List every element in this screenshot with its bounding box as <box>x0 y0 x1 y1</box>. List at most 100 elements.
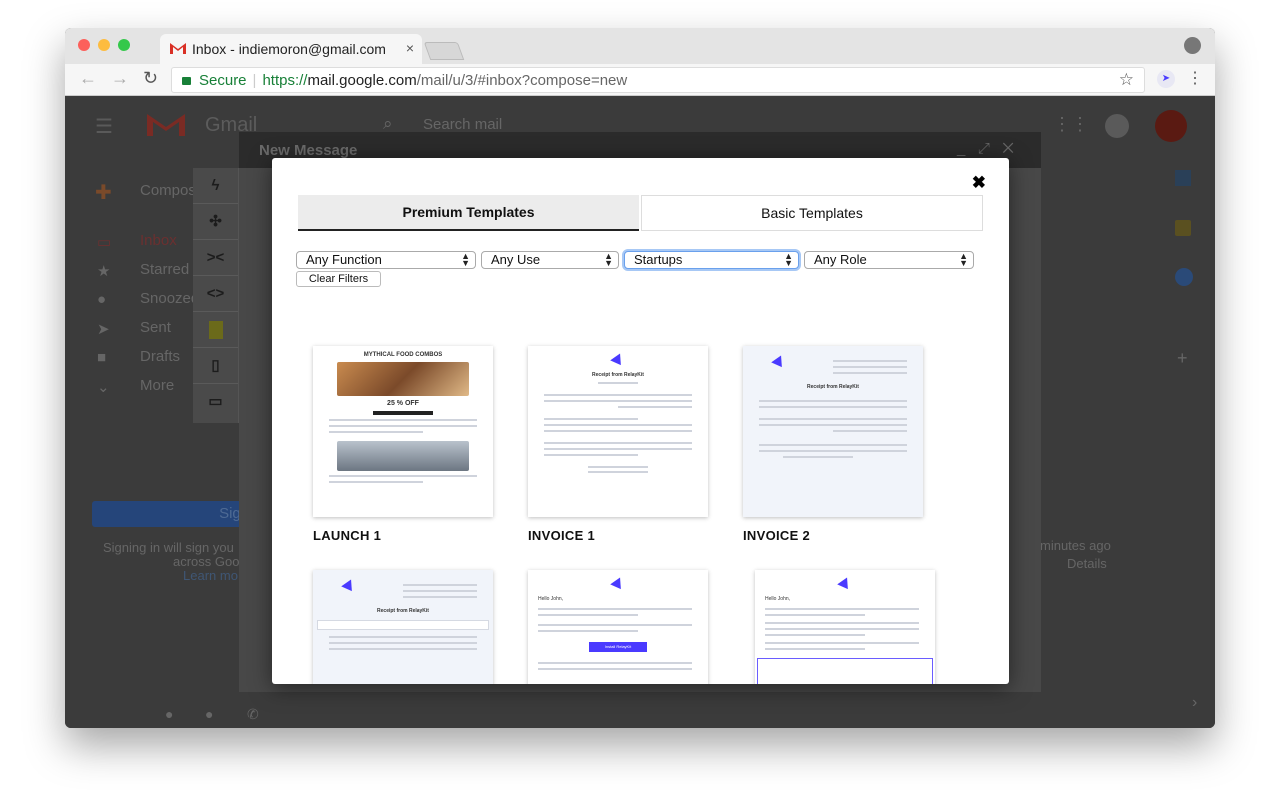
main-menu-icon[interactable]: ☰ <box>95 114 113 139</box>
search-icon[interactable]: ⌕ <box>383 114 393 134</box>
new-tab-button[interactable] <box>423 42 465 60</box>
relaykit-toolbar: ϟ ✣ >< <> ▯ ▭ <box>193 168 239 423</box>
signin-note-2: across Goo <box>173 554 240 569</box>
signin-note: Signing in will sign you <box>103 540 234 555</box>
nav-sent[interactable]: Sent <box>140 319 171 336</box>
relaykit-logo-icon <box>610 353 626 369</box>
send-icon: ➤ <box>97 321 110 338</box>
role-filter-select[interactable]: Any Role ▲ ▼ <box>804 251 974 269</box>
template-card-invoice-2[interactable]: Receipt from RelayKit <box>743 346 923 517</box>
collapse-icon[interactable]: >< <box>193 240 238 276</box>
select-arrows-icon: ▲ ▼ <box>604 251 613 268</box>
preview-receipt-title: Receipt from RelayKit <box>592 372 644 378</box>
learn-more-link[interactable]: Learn mo <box>183 568 238 583</box>
browser-tab[interactable]: Inbox - indiemoron@gmail.com × <box>160 34 422 64</box>
preview-quote-box <box>757 658 933 684</box>
relaykit-extension-icon[interactable]: ➤ <box>1157 70 1175 88</box>
account-avatar[interactable] <box>1155 110 1187 142</box>
back-icon[interactable]: ← <box>79 68 97 89</box>
notifications-icon[interactable] <box>1105 114 1129 138</box>
browser-menu-icon[interactable]: ⋮ <box>1187 68 1203 88</box>
preview-heading: MYTHICAL FOOD COMBOS <box>363 352 443 358</box>
compose-plus-icon[interactable]: ✚ <box>95 180 112 205</box>
gmail-favicon-icon <box>170 43 186 54</box>
code-icon[interactable]: <> <box>193 276 238 312</box>
profile-icon[interactable] <box>1184 37 1201 54</box>
nav-more[interactable]: More <box>140 377 174 394</box>
bookmark-star-icon[interactable]: ☆ <box>1119 70 1134 90</box>
nav-inbox[interactable]: Inbox <box>140 232 177 249</box>
close-window-button[interactable] <box>78 39 90 51</box>
last-activity: minutes ago <box>1040 538 1111 553</box>
hangouts-icon[interactable]: ● <box>205 706 213 722</box>
relaykit-logo-icon <box>837 577 853 593</box>
keep-icon[interactable] <box>1175 220 1191 236</box>
template-title-invoice-2: INVOICE 2 <box>743 528 810 543</box>
template-card-reply[interactable]: Hello John, <box>755 570 935 684</box>
preview-receipt-title: Receipt from RelayKit <box>807 384 859 390</box>
phone-icon[interactable]: ✆ <box>247 706 259 723</box>
tab-basic-templates[interactable]: Basic Templates <box>641 195 983 231</box>
use-filter-value: Any Use <box>491 252 541 267</box>
bolt-icon[interactable]: ϟ <box>193 168 238 204</box>
person-image <box>337 441 469 471</box>
tab-bar: Inbox - indiemoron@gmail.com × <box>65 28 1215 64</box>
template-card-launch-1[interactable]: MYTHICAL FOOD COMBOS 25 % OFF <box>313 346 493 517</box>
forward-icon[interactable]: → <box>111 68 129 89</box>
mobile-icon[interactable]: ▯ <box>193 348 238 384</box>
contacts-icon[interactable]: ● <box>165 706 173 722</box>
url-host: mail.google.com <box>307 72 417 89</box>
maximize-window-button[interactable] <box>118 39 130 51</box>
lock-icon <box>182 77 191 85</box>
desktop-icon[interactable]: ▭ <box>193 384 238 420</box>
calendar-icon[interactable] <box>1175 170 1191 186</box>
preview-greeting: Hello John, <box>765 596 791 602</box>
use-filter-select[interactable]: Any Use ▲ ▼ <box>481 251 619 269</box>
preview-offer: 25 % OFF <box>387 400 419 407</box>
preview-greeting: Hello John, <box>538 596 564 602</box>
address-bar: ← → ↻ Secure | https://mail.google.com/mai… <box>65 64 1215 96</box>
reload-icon[interactable]: ↻ <box>143 68 158 89</box>
template-card-welcome[interactable]: Hello John, Install RelayKit <box>528 570 708 684</box>
tab-premium-templates[interactable]: Premium Templates <box>298 195 639 231</box>
tab-close-icon[interactable]: × <box>406 40 414 56</box>
star-icon: ★ <box>97 263 111 280</box>
role-filter-value: Any Role <box>814 252 867 267</box>
template-title-invoice-1: INVOICE 1 <box>528 528 595 543</box>
draft-icon: ■ <box>97 349 107 366</box>
secure-label: Secure <box>199 72 247 89</box>
puzzle-icon[interactable]: ✣ <box>193 204 238 240</box>
tasks-icon[interactable] <box>1175 268 1193 286</box>
industry-filter-value: Startups <box>634 252 683 267</box>
nav-drafts[interactable]: Drafts <box>140 348 180 365</box>
template-card-invoice-3[interactable]: Receipt from RelayKit <box>313 570 493 684</box>
select-arrows-icon: ▲ ▼ <box>461 251 470 268</box>
select-arrows-icon: ▲ ▼ <box>959 251 968 268</box>
preview-cta <box>373 411 433 415</box>
nav-starred[interactable]: Starred <box>140 261 189 278</box>
template-title-launch-1: LAUNCH 1 <box>313 528 382 543</box>
chevron-down-icon: ⌄ <box>97 379 110 396</box>
template-card-invoice-1[interactable]: Receipt from RelayKit <box>528 346 708 517</box>
food-image <box>337 362 469 396</box>
select-arrows-icon: ▲ ▼ <box>784 251 793 268</box>
url-path: /mail/u/3/#inbox?compose=new <box>416 72 628 89</box>
details-link[interactable]: Details <box>1067 556 1107 571</box>
url-field[interactable]: Secure | https://mail.google.com/mail/u/3/… <box>171 67 1145 93</box>
minimize-window-button[interactable] <box>98 39 110 51</box>
modal-close-icon[interactable]: ✖ <box>972 173 986 193</box>
clock-icon: ● <box>97 291 107 308</box>
function-filter-select[interactable]: Any Function ▲ ▼ <box>296 251 476 269</box>
industry-filter-select[interactable]: Startups ▲ ▼ <box>624 251 799 269</box>
add-addon-icon[interactable]: + <box>1177 348 1188 369</box>
clear-filters-button[interactable]: Clear Filters <box>296 271 381 287</box>
nav-snoozed[interactable]: Snoozed <box>140 290 199 307</box>
search-input[interactable]: Search mail <box>423 116 502 133</box>
compose-controls[interactable]: _ ⤢ ✕ <box>957 140 1014 157</box>
document-icon[interactable] <box>193 312 238 348</box>
apps-grid-icon[interactable]: ⋮⋮ <box>1053 114 1089 135</box>
template-picker-modal: ✖ Premium Templates Basic Templates Any … <box>272 158 1009 684</box>
expand-icon[interactable]: › <box>1192 694 1197 712</box>
inbox-icon: ▭ <box>97 234 112 251</box>
relaykit-logo-icon <box>771 355 787 371</box>
